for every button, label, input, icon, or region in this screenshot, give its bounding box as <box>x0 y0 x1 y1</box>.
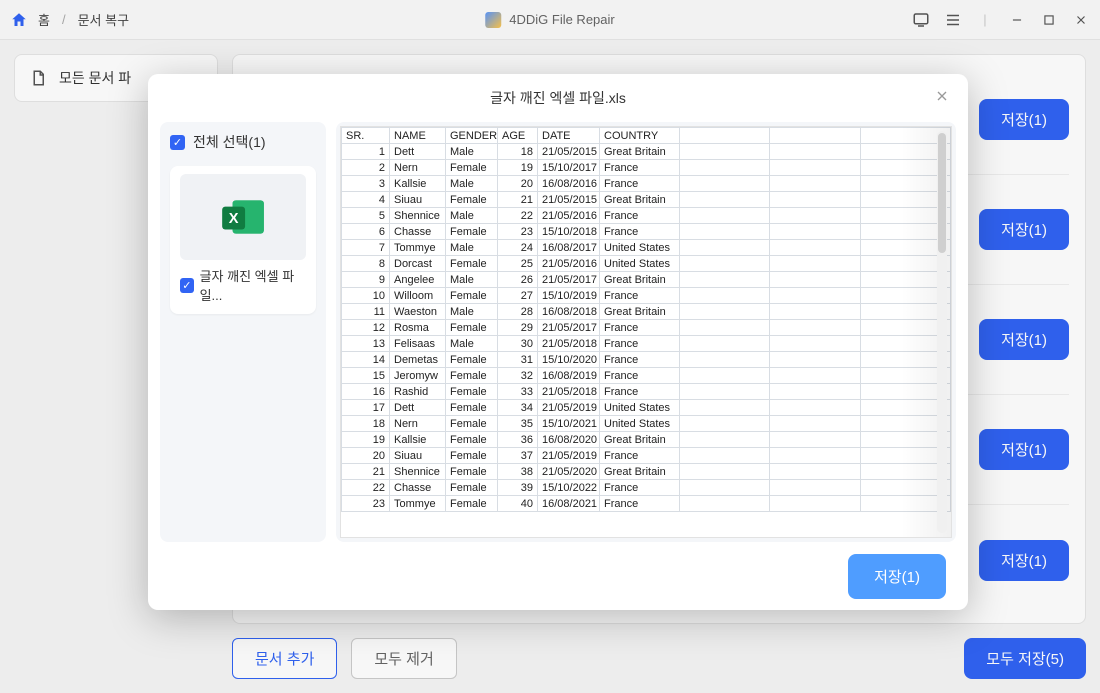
table-row: 5ShenniceMale2221/05/2016France <box>342 208 951 224</box>
column-header: GENDER <box>446 128 498 144</box>
table-row: 21ShenniceFemale3821/05/2020Great Britai… <box>342 464 951 480</box>
preview-panel: SR.NAMEGENDERAGEDATECOUNTRY1DettMale1821… <box>336 122 956 542</box>
table-row: 1DettMale1821/05/2015Great Britain <box>342 144 951 160</box>
table-row: 18NernFemale3515/10/2021United States <box>342 416 951 432</box>
column-header: SR. <box>342 128 390 144</box>
table-row: 7TommyeMale2416/08/2017United States <box>342 240 951 256</box>
table-row: 16RashidFemale3321/05/2018France <box>342 384 951 400</box>
scroll-thumb[interactable] <box>938 133 946 253</box>
column-header: NAME <box>390 128 446 144</box>
table-row: 23TommyeFemale4016/08/2021France <box>342 496 951 512</box>
modal-save-button[interactable]: 저장(1) <box>848 554 946 599</box>
spreadsheet-preview: SR.NAMEGENDERAGEDATECOUNTRY1DettMale1821… <box>341 127 951 512</box>
table-row: 13FelisaasMale3021/05/2018France <box>342 336 951 352</box>
table-row: 10WilloomFemale2715/10/2019France <box>342 288 951 304</box>
preview-modal: 글자 깨진 엑셀 파일.xls ✓ 전체 선택(1) X ✓ 글자 깨진 엑셀 … <box>148 74 968 610</box>
modal-close-icon[interactable] <box>934 88 950 104</box>
modal-footer: 저장(1) <box>148 542 968 610</box>
column-header: DATE <box>538 128 600 144</box>
thumbnails-panel: ✓ 전체 선택(1) X ✓ 글자 깨진 엑셀 파일... <box>160 122 326 542</box>
table-row: 22ChasseFemale3915/10/2022France <box>342 480 951 496</box>
column-header: COUNTRY <box>600 128 680 144</box>
scrollbar[interactable] <box>937 131 947 533</box>
table-row: 8DorcastFemale2521/05/2016United States <box>342 256 951 272</box>
table-row: 14DemetasFemale3115/10/2020France <box>342 352 951 368</box>
table-row: 4SiuauFemale2121/05/2015Great Britain <box>342 192 951 208</box>
modal-title: 글자 깨진 엑셀 파일.xls <box>490 88 626 108</box>
table-row: 19KallsieFemale3616/08/2020Great Britain <box>342 432 951 448</box>
excel-icon: X <box>218 192 268 242</box>
table-row: 11WaestonMale2816/08/2018Great Britain <box>342 304 951 320</box>
select-all-label: 전체 선택(1) <box>193 132 266 152</box>
svg-text:X: X <box>229 211 239 227</box>
column-header: AGE <box>498 128 538 144</box>
checkbox-checked-icon: ✓ <box>170 135 185 150</box>
table-row: 2NernFemale1915/10/2017France <box>342 160 951 176</box>
table-row: 12RosmaFemale2921/05/2017France <box>342 320 951 336</box>
thumbnail-image: X <box>180 174 306 260</box>
checkbox-checked-icon: ✓ <box>180 278 194 293</box>
thumbnail-label: 글자 깨진 엑셀 파일... <box>200 266 306 304</box>
table-row: 6ChasseFemale2315/10/2018France <box>342 224 951 240</box>
table-row: 17DettFemale3421/05/2019United States <box>342 400 951 416</box>
modal-header: 글자 깨진 엑셀 파일.xls <box>148 74 968 122</box>
select-all-checkbox[interactable]: ✓ 전체 선택(1) <box>170 132 316 152</box>
table-row: 20SiuauFemale3721/05/2019France <box>342 448 951 464</box>
thumbnail-card[interactable]: X ✓ 글자 깨진 엑셀 파일... <box>170 166 316 314</box>
table-row: 9AngeleeMale2621/05/2017Great Britain <box>342 272 951 288</box>
table-row: 3KallsieMale2016/08/2016France <box>342 176 951 192</box>
table-row: 15JeromywFemale3216/08/2019France <box>342 368 951 384</box>
